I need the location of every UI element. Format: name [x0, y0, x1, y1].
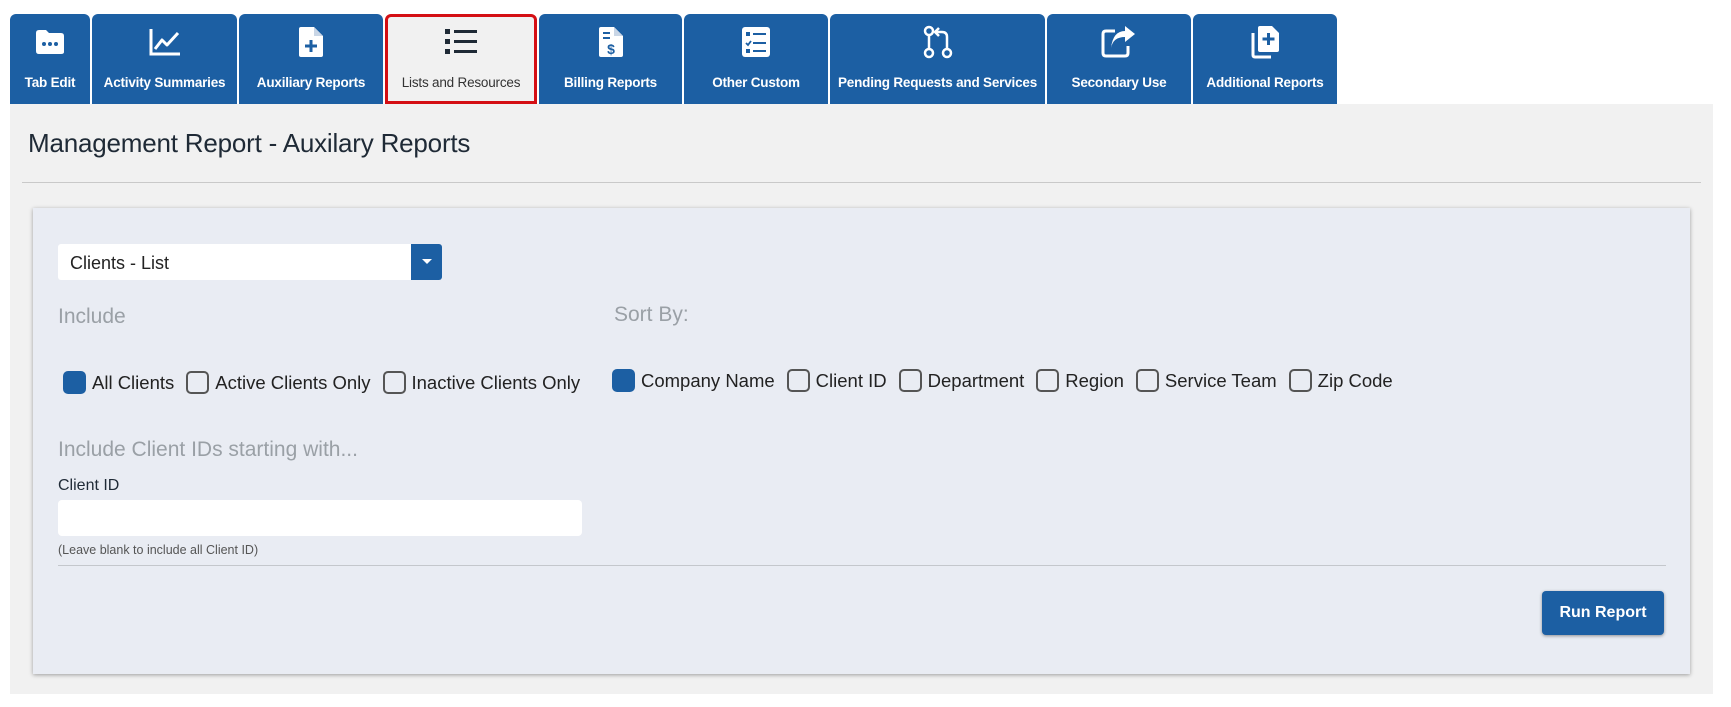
- tab-label: Activity Summaries: [103, 75, 226, 90]
- checkbox-box[interactable]: [898, 369, 922, 392]
- tab-billing-reports[interactable]: $ Billing Reports: [539, 14, 682, 104]
- tab-label: Lists and Resources: [401, 75, 521, 90]
- checkbox-label: Active Clients Only: [215, 371, 371, 393]
- report-type-value: Clients - List: [70, 253, 170, 273]
- tab-additional-reports[interactable]: Additional Reports: [1193, 14, 1337, 104]
- checkbox-box[interactable]: [63, 371, 86, 394]
- include-active-clients-checkbox[interactable]: Active Clients Only: [186, 371, 371, 394]
- tab-label: Pending Requests and Services: [837, 75, 1038, 90]
- share-icon: [1101, 24, 1137, 60]
- file-dollar-icon: $: [593, 24, 629, 60]
- tab-pending-requests-and-services[interactable]: Pending Requests and Services: [830, 14, 1045, 104]
- tab-tab-edit[interactable]: Tab Edit: [10, 14, 90, 104]
- checkbox-box[interactable]: [186, 371, 210, 394]
- checkbox-box[interactable]: [612, 369, 635, 392]
- client-id-label: Client ID: [58, 477, 120, 494]
- report-panel: Management Report - Auxilary Reports Cli…: [10, 104, 1713, 694]
- report-type-select[interactable]: Clients - List: [58, 244, 442, 280]
- line-chart-icon: [147, 24, 183, 60]
- sort-service-team-checkbox[interactable]: Service Team: [1135, 369, 1277, 392]
- sort-zip-code-checkbox[interactable]: Zip Code: [1288, 369, 1393, 392]
- tab-label: Tab Edit: [24, 75, 76, 90]
- page: Tab Edit Activity Summaries Auxiliary Re…: [0, 0, 1731, 707]
- checkbox-label: Inactive Clients Only: [411, 371, 581, 393]
- page-title: Management Report - Auxilary Reports: [28, 128, 471, 158]
- checkbox-box[interactable]: [1288, 369, 1312, 392]
- run-report-button[interactable]: Run Report: [1542, 591, 1664, 635]
- include-label: Include: [58, 305, 126, 328]
- sort-company-name-checkbox[interactable]: Company Name: [612, 369, 775, 392]
- sort-client-id-checkbox[interactable]: Client ID: [786, 369, 887, 392]
- report-options-card: Clients - List Include Sort By: All Clie…: [33, 208, 1690, 674]
- pull-request-icon: [920, 24, 956, 60]
- checkbox-label: Zip Code: [1317, 369, 1393, 391]
- copy-plus-icon: [1247, 24, 1283, 60]
- folder-icon: [32, 24, 68, 60]
- tab-label: Billing Reports: [563, 75, 657, 90]
- tab-lists-and-resources[interactable]: Lists and Resources: [385, 14, 537, 104]
- file-plus-icon: [293, 24, 329, 60]
- tab-secondary-use[interactable]: Secondary Use: [1047, 14, 1191, 104]
- tab-activity-summaries[interactable]: Activity Summaries: [92, 14, 237, 104]
- checkbox-label: Department: [927, 369, 1025, 391]
- client-id-filter-heading: Include Client IDs starting with...: [58, 438, 358, 461]
- checkbox-label: Service Team: [1164, 369, 1277, 391]
- tab-other-custom[interactable]: Other Custom: [684, 14, 828, 104]
- sort-by-label: Sort By:: [614, 303, 689, 326]
- client-id-hint: (Leave blank to include all Client ID): [58, 543, 259, 557]
- checkbox-label: Client ID: [815, 369, 887, 391]
- checkbox-box[interactable]: [786, 369, 810, 392]
- sort-by-options: Company Name Client ID Department Region…: [612, 369, 1405, 392]
- caret-down-icon: [421, 259, 432, 264]
- checkbox-box[interactable]: [1036, 369, 1060, 392]
- report-tabs: Tab Edit Activity Summaries Auxiliary Re…: [10, 14, 1339, 104]
- sort-department-checkbox[interactable]: Department: [898, 369, 1025, 392]
- client-id-input[interactable]: [58, 500, 582, 536]
- tab-label: Secondary Use: [1071, 75, 1167, 90]
- tab-label: Auxiliary Reports: [256, 75, 366, 90]
- checkbox-box[interactable]: [1135, 369, 1159, 392]
- tab-auxiliary-reports[interactable]: Auxiliary Reports: [239, 14, 383, 104]
- include-inactive-clients-checkbox[interactable]: Inactive Clients Only: [382, 371, 581, 394]
- checkbox-label: All Clients: [92, 371, 175, 393]
- title-divider: [22, 182, 1701, 183]
- dropdown-toggle-button[interactable]: [411, 244, 442, 280]
- include-all-clients-checkbox[interactable]: All Clients: [63, 371, 174, 394]
- sort-region-checkbox[interactable]: Region: [1036, 369, 1124, 392]
- checkbox-label: Company Name: [641, 369, 775, 391]
- svg-text:$: $: [607, 41, 615, 57]
- tab-label: Other Custom: [712, 75, 800, 90]
- include-options: All Clients Active Clients Only Inactive…: [63, 371, 592, 394]
- list-icon: [443, 24, 479, 60]
- card-divider: [58, 565, 1666, 566]
- checkbox-box[interactable]: [382, 371, 406, 394]
- tab-label: Additional Reports: [1206, 75, 1324, 90]
- checkbox-label: Region: [1065, 369, 1124, 391]
- checklist-icon: [738, 24, 774, 60]
